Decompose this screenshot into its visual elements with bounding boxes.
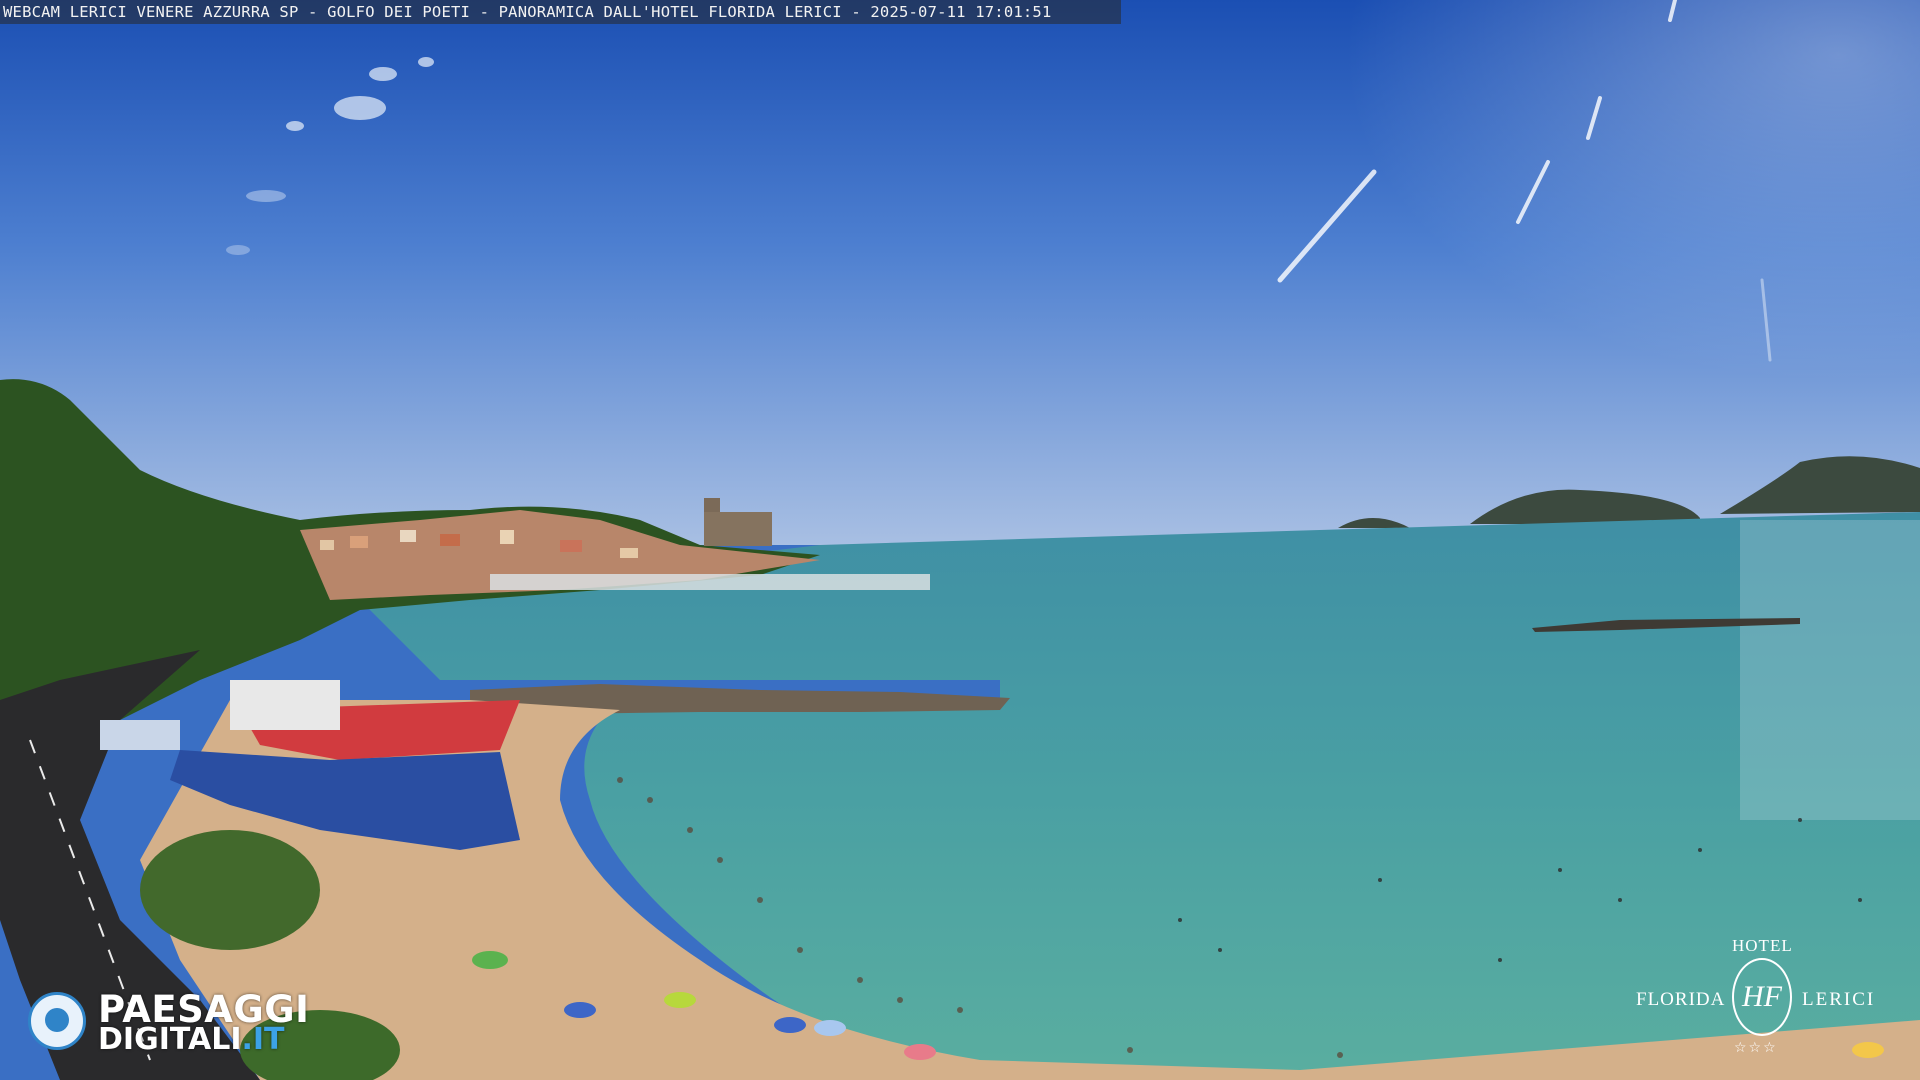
pine-tree [140,830,320,950]
watermark-line2-tld: .IT [241,1022,285,1057]
webcam-caption: WEBCAM LERICI VENERE AZZURRA SP - GOLFO … [0,0,1121,24]
hotel-stars: ☆☆☆ [1734,1040,1778,1056]
webcam-scene [0,0,1920,1080]
hotel-florida-watermark: HOTEL HF FLORIDA LERICI ☆☆☆ [1630,934,1900,1074]
hotel-monogram-seal: HF [1732,958,1792,1036]
sea-sparkle [1740,520,1920,820]
hotel-name-lerici: LERICI [1802,989,1876,1010]
sun-glare [1100,0,1920,545]
hotel-label: HOTEL [1732,936,1793,955]
watermark-line2-main: DIGITALI [98,1022,242,1057]
harbour-boats [490,574,930,590]
beach-cabins [100,720,180,750]
paesaggi-digitali-watermark: PAESAGGI DIGITALI.IT [28,988,348,1058]
beach-club-building [230,680,340,730]
hotel-name-florida: FLORIDA [1636,989,1726,1010]
watermark-line2: DIGITALI.IT [98,1022,285,1057]
paesaggi-logo-icon [28,992,86,1050]
